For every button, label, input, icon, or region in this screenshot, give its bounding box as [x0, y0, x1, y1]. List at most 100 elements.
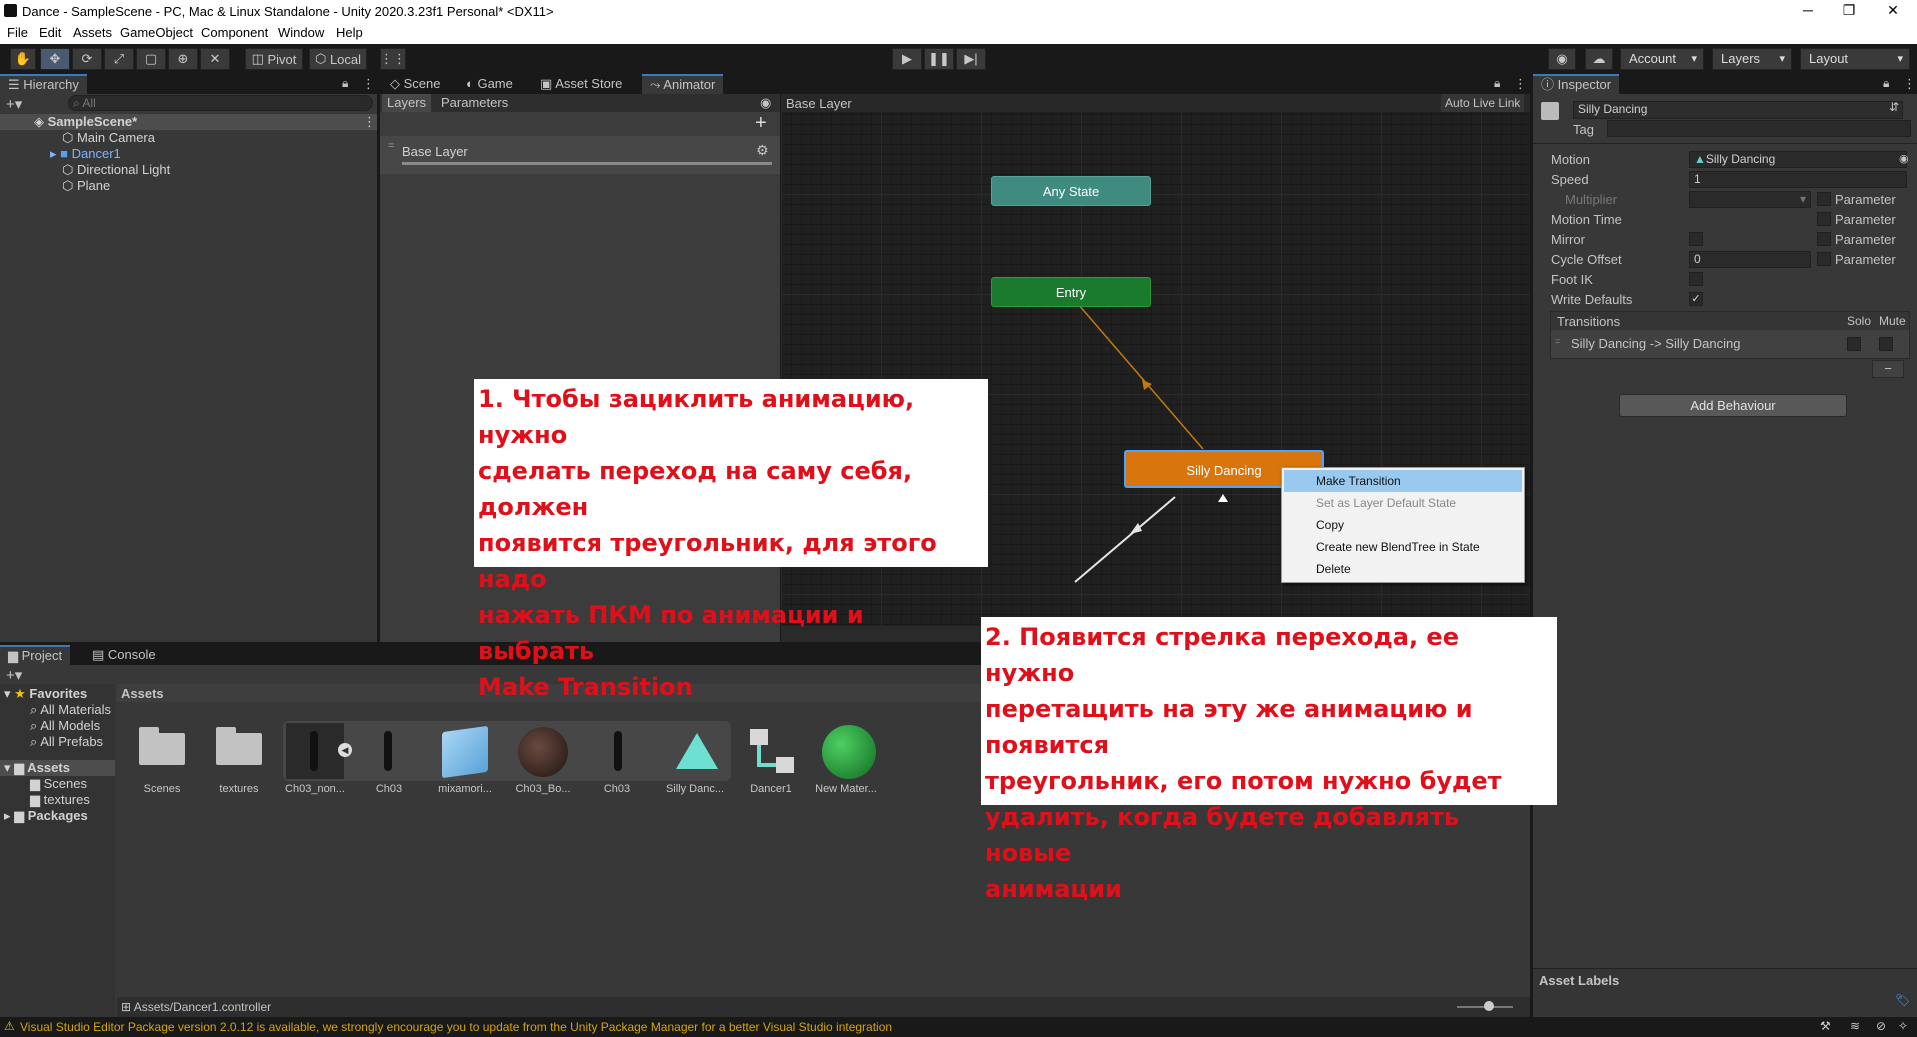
motion-field[interactable]: ▲Silly Dancing: [1689, 151, 1907, 168]
speed-field[interactable]: 1: [1689, 171, 1907, 188]
grid-snap-icon[interactable]: ⋮⋮: [380, 48, 406, 70]
drag-handle-icon[interactable]: =: [388, 140, 394, 152]
maximize-button[interactable]: ❐: [1829, 2, 1869, 19]
hand-tool-icon[interactable]: ✋: [10, 48, 36, 70]
lock-icon[interactable]: 🔒︎: [342, 76, 348, 91]
pause-button[interactable]: ❚❚: [924, 48, 954, 70]
expand-arrow-icon[interactable]: ▸: [4, 808, 14, 823]
animator-controller-icon[interactable]: [748, 727, 798, 777]
slider-handle[interactable]: [1484, 1001, 1494, 1011]
material-sphere-icon[interactable]: [518, 727, 568, 777]
drag-handle-icon[interactable]: =: [1555, 336, 1560, 346]
packages-row[interactable]: ▸ ▆ Packages: [4, 808, 88, 824]
character-thumbnail-icon[interactable]: [286, 723, 344, 779]
step-button[interactable]: ▶|: [956, 48, 986, 70]
menu-help[interactable]: Help: [336, 25, 363, 40]
add-behaviour-button[interactable]: Add Behaviour: [1619, 394, 1847, 417]
transition-item[interactable]: Silly Dancing -> Silly Dancing: [1571, 336, 1740, 351]
multiplier-parameter-checkbox[interactable]: [1817, 192, 1831, 206]
favorites-row[interactable]: ▾ ★ Favorites: [4, 686, 87, 702]
layer-row[interactable]: = Base Layer ⚙: [380, 136, 780, 174]
hierarchy-search-input[interactable]: ⌕ All: [68, 95, 373, 111]
hierarchy-item[interactable]: ⬡ Directional Light: [62, 162, 170, 178]
minimize-button[interactable]: ─: [1788, 2, 1828, 18]
tab-project[interactable]: ▆ Project: [0, 645, 71, 665]
material-sphere-icon[interactable]: [822, 725, 876, 779]
mesh-cube-icon[interactable]: [442, 725, 488, 779]
cycle-offset-parameter-checkbox[interactable]: [1817, 252, 1831, 266]
tab-game[interactable]: ◐ Game: [458, 74, 521, 94]
play-button[interactable]: ▶: [892, 48, 922, 70]
eye-icon[interactable]: ◉: [760, 95, 771, 111]
favorites-item[interactable]: ⌕ All Materials: [30, 702, 111, 718]
create-asset-icon[interactable]: +▾: [6, 666, 22, 684]
tab-console[interactable]: ▤ Console: [84, 645, 164, 665]
add-icon[interactable]: +▾: [6, 95, 22, 113]
tab-inspector[interactable]: ⓘ Inspector: [1533, 74, 1620, 94]
mirror-checkbox[interactable]: [1689, 232, 1703, 246]
layout-dropdown[interactable]: Layout: [1800, 48, 1910, 70]
tab-asset-store[interactable]: ▣ Asset Store: [532, 74, 630, 94]
lock-icon[interactable]: 🔒︎: [1494, 76, 1500, 91]
label-tag-icon[interactable]: 🏷︎: [1895, 993, 1910, 1007]
menu-assets[interactable]: Assets: [73, 25, 112, 40]
menu-component[interactable]: Component: [201, 25, 268, 40]
remove-transition-button[interactable]: −: [1872, 360, 1904, 378]
expand-arrow-icon[interactable]: ▾: [4, 760, 14, 775]
mirror-parameter-checkbox[interactable]: [1817, 232, 1831, 246]
scene-row[interactable]: ◈ SampleScene* ⋮: [0, 114, 377, 130]
expand-arrow-icon[interactable]: ▾: [4, 686, 14, 701]
assets-child[interactable]: ▆ textures: [30, 792, 90, 808]
lighting-icon[interactable]: ✧: [1898, 1019, 1908, 1033]
tab-animator[interactable]: ⤳ Animator: [642, 74, 724, 94]
menu-file[interactable]: File: [7, 25, 28, 40]
local-toggle[interactable]: ⬡ Local: [309, 48, 367, 70]
expand-model-icon[interactable]: ◀: [338, 743, 352, 757]
progress-icon[interactable]: ≋: [1850, 1019, 1860, 1033]
tag-field[interactable]: [1607, 120, 1911, 137]
layers-dropdown[interactable]: Layers: [1712, 48, 1792, 70]
expand-arrow-icon[interactable]: ▸: [50, 146, 60, 161]
menu-window[interactable]: Window: [278, 25, 324, 40]
rect-tool-icon[interactable]: ▢: [136, 48, 166, 70]
solo-checkbox[interactable]: [1847, 337, 1861, 351]
kebab-menu-icon[interactable]: ⋮: [1903, 76, 1916, 92]
menu-item-delete[interactable]: Delete: [1284, 558, 1522, 580]
animation-clip-icon[interactable]: [674, 731, 720, 771]
write-defaults-checkbox[interactable]: ✓: [1689, 292, 1703, 306]
lock-icon[interactable]: 🔒︎: [1883, 76, 1889, 91]
multiplier-dropdown[interactable]: ▾: [1689, 191, 1811, 208]
state-name-field[interactable]: Silly Dancing: [1573, 101, 1903, 119]
transform-tool-icon[interactable]: ⊕: [168, 48, 198, 70]
new-transition-arrow[interactable]: [1074, 496, 1176, 583]
motion-time-parameter-checkbox[interactable]: [1817, 212, 1831, 226]
add-layer-icon[interactable]: +: [755, 112, 767, 135]
object-picker-icon[interactable]: ◉: [1899, 152, 1909, 165]
favorites-item[interactable]: ⌕ All Prefabs: [30, 734, 103, 750]
gear-icon[interactable]: ⚙: [756, 142, 769, 159]
assets-child[interactable]: ▆ Scenes: [30, 776, 87, 792]
assets-row[interactable]: ▾ ▆ Assets: [0, 760, 115, 776]
tab-scene[interactable]: ◇ Scene: [382, 74, 448, 94]
character-thumbnail-icon[interactable]: [384, 731, 392, 771]
favorites-item[interactable]: ⌕ All Models: [30, 718, 100, 734]
hierarchy-item[interactable]: ▸ ■ Dancer1: [50, 146, 121, 162]
kebab-menu-icon[interactable]: ⋮: [362, 76, 375, 92]
foot-ik-checkbox[interactable]: [1689, 272, 1703, 286]
folder-icon[interactable]: [139, 727, 185, 765]
status-message[interactable]: Visual Studio Editor Package version 2.0…: [20, 1020, 892, 1034]
node-any-state[interactable]: Any State: [991, 176, 1151, 206]
pivot-toggle[interactable]: ◫ Pivot: [245, 48, 303, 70]
debug-icon[interactable]: ⚒: [1820, 1019, 1831, 1033]
mute-checkbox[interactable]: [1879, 337, 1893, 351]
rotate-tool-icon[interactable]: ⟳: [72, 48, 102, 70]
settings-icon[interactable]: ⇵: [1889, 100, 1899, 114]
menu-item-create-blendtree[interactable]: Create new BlendTree in State: [1284, 536, 1522, 558]
menu-edit[interactable]: Edit: [39, 25, 61, 40]
move-tool-icon[interactable]: ✥: [40, 48, 70, 70]
assets-header[interactable]: Assets: [121, 686, 164, 701]
collab-icon[interactable]: ◉: [1548, 48, 1576, 70]
tab-hierarchy[interactable]: ☰ Hierarchy: [0, 74, 87, 94]
menu-item-set-default[interactable]: Set as Layer Default State: [1284, 492, 1522, 514]
close-button[interactable]: ✕: [1873, 2, 1913, 19]
